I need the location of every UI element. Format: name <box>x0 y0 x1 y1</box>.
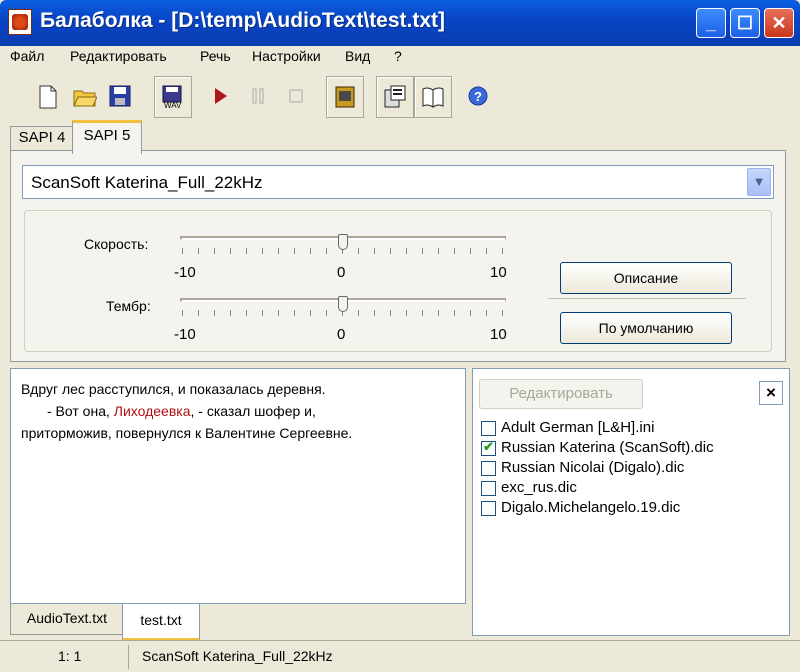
close-icon: ✕ <box>771 13 787 33</box>
menu-view[interactable]: Вид <box>345 48 370 64</box>
toolbar: WAV ? <box>4 74 796 120</box>
dictionary-item-label: Russian Nicolai (Digalo).dic <box>501 459 685 476</box>
chevron-down-icon: ▼ <box>752 174 766 189</box>
minimize-icon: _ <box>705 13 716 33</box>
close-panel-button[interactable]: × <box>759 381 783 405</box>
dictionary-item-label: Russian Katerina (ScanSoft).dic <box>501 439 714 456</box>
speed-label: Скорость: <box>84 236 149 252</box>
status-voice: ScanSoft Katerina_Full_22kHz <box>142 648 333 664</box>
speed-slider[interactable] <box>180 234 506 262</box>
stop-button[interactable] <box>278 76 316 118</box>
minimize-button[interactable]: _ <box>696 8 726 38</box>
defaults-button[interactable]: По умолчанию <box>560 312 732 344</box>
status-divider <box>128 645 129 669</box>
maximize-icon: ☐ <box>736 13 754 33</box>
checkbox[interactable] <box>481 501 496 516</box>
book-button[interactable] <box>414 76 452 118</box>
dictionaries-panel: Редактировать × Adult German [L&H].ini ✔… <box>472 368 790 636</box>
speed-max-label: 10 <box>490 264 507 281</box>
pitch-max-label: 10 <box>490 326 507 343</box>
title-bar[interactable]: Балаболка - [D:\temp\AudioText\test.txt]… <box>0 0 800 46</box>
new-file-icon <box>39 85 57 109</box>
editor-line-2: - Вот она, Лиходеевка, - сказал шофер и, <box>47 403 316 419</box>
pitch-slider-thumb[interactable] <box>338 296 348 312</box>
voice-dropdown-button[interactable]: ▼ <box>747 168 771 196</box>
save-audio-icon: WAV <box>162 85 182 109</box>
save-icon <box>109 85 131 107</box>
doc-tab-test[interactable]: test.txt <box>122 604 200 641</box>
doc-tab-label: AudioText.txt <box>26 610 108 626</box>
menu-speech[interactable]: Речь <box>200 48 231 64</box>
save-audio-button[interactable]: WAV <box>154 76 192 118</box>
open-button[interactable] <box>66 76 104 118</box>
description-button-label: Описание <box>613 270 679 286</box>
separator <box>548 298 746 299</box>
voice-select[interactable]: ScanSoft Katerina_Full_22kHz ▼ <box>22 165 774 199</box>
speed-mid-label: 0 <box>337 264 346 281</box>
menu-settings[interactable]: Настройки <box>252 48 321 64</box>
tab-sapi4-label: SAPI 4 <box>18 129 66 146</box>
doc-tab-audiotext[interactable]: AudioText.txt <box>10 604 124 635</box>
checkbox[interactable]: ✔ <box>481 439 496 456</box>
pitch-label: Тембр: <box>106 298 151 314</box>
edit-dictionary-button[interactable]: Редактировать <box>479 379 643 409</box>
cursor-position: 1: 1 <box>58 648 82 664</box>
tab-sapi5-label: SAPI 5 <box>83 127 131 144</box>
description-button[interactable]: Описание <box>560 262 732 294</box>
dictionary-item-label: exc_rus.dic <box>501 479 577 496</box>
checkbox[interactable] <box>481 481 496 496</box>
speed-min-label: -10 <box>174 264 196 281</box>
defaults-button-label: По умолчанию <box>598 320 694 336</box>
voice-select-value: ScanSoft Katerina_Full_22kHz <box>31 173 263 192</box>
voice-book-button[interactable] <box>326 76 364 118</box>
pause-icon <box>252 88 264 104</box>
checkbox[interactable] <box>481 421 496 436</box>
editor-line-3: приторможив, повернулся к Валентине Серг… <box>21 425 353 441</box>
highlighted-word: Лиходеевка <box>113 403 191 419</box>
menu-bar: Файл Редактировать Речь Настройки Вид ? <box>0 46 800 70</box>
clipboard-button[interactable] <box>376 76 414 118</box>
play-icon <box>215 88 227 104</box>
help-button[interactable]: ? <box>460 76 498 118</box>
text-editor[interactable]: Вдруг лес расступился, и показалась дере… <box>10 368 466 604</box>
checkbox[interactable] <box>481 461 496 476</box>
stop-icon <box>289 89 303 103</box>
speed-slider-thumb[interactable] <box>338 234 348 250</box>
dictionary-item-label: Adult German [L&H].ini <box>501 419 655 436</box>
maximize-button[interactable]: ☐ <box>730 8 760 38</box>
book-icon <box>422 87 444 108</box>
save-button[interactable] <box>102 76 140 118</box>
open-folder-icon <box>73 90 97 107</box>
menu-file[interactable]: Файл <box>10 48 44 64</box>
pitch-slider[interactable] <box>180 296 506 324</box>
dictionary-item-label: Digalo.Michelangelo.19.dic <box>501 499 681 516</box>
check-icon: ✔ <box>483 439 494 454</box>
tab-sapi4[interactable]: SAPI 4 <box>10 126 74 151</box>
close-button[interactable]: ✕ <box>764 8 794 38</box>
pitch-min-label: -10 <box>174 326 196 343</box>
editor-line-1: Вдруг лес расступился, и показалась дере… <box>21 381 326 397</box>
window-title: Балаболка - [D:\temp\AudioText\test.txt] <box>40 9 446 32</box>
pause-button[interactable] <box>240 76 278 118</box>
clipboard-icon <box>384 85 406 108</box>
editor-line-2-start: - Вот она, <box>47 403 114 419</box>
play-button[interactable] <box>202 76 240 118</box>
pitch-mid-label: 0 <box>337 326 346 343</box>
app-icon[interactable] <box>8 9 32 35</box>
menu-help[interactable]: ? <box>394 48 402 64</box>
doc-tab-label: test.txt <box>140 612 182 628</box>
help-icon: ? <box>468 86 488 106</box>
voice-book-icon <box>335 86 355 108</box>
status-bar: 1: 1 ScanSoft Katerina_Full_22kHz <box>0 640 800 672</box>
svg-text:?: ? <box>474 89 482 104</box>
editor-line-2-end: , - сказал шофер и, <box>190 403 316 419</box>
new-button[interactable] <box>30 76 68 118</box>
menu-edit[interactable]: Редактировать <box>70 48 167 64</box>
svg-text:WAV: WAV <box>164 101 182 109</box>
tab-sapi5[interactable]: SAPI 5 <box>72 120 142 154</box>
